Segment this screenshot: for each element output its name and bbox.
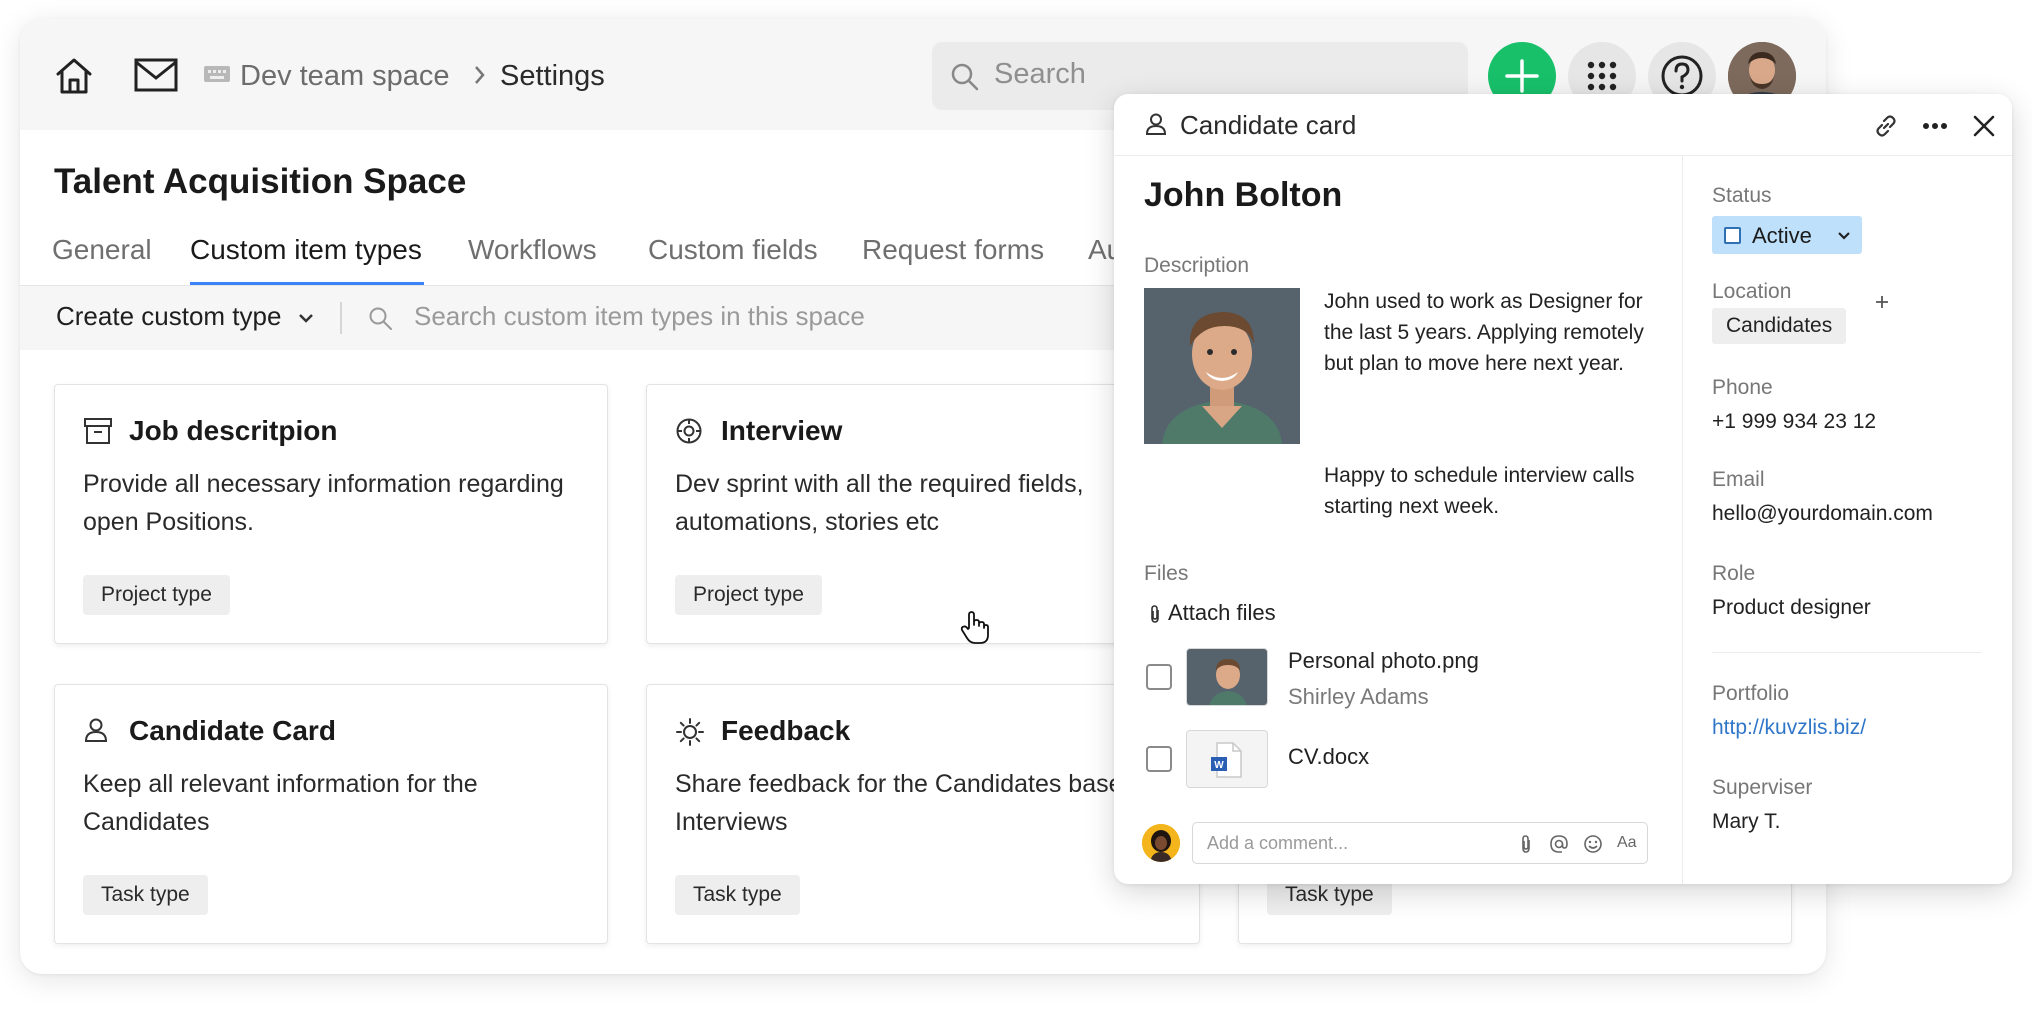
type-card-candidate-card[interactable]: Candidate Card Keep all relevant informa…: [54, 684, 608, 944]
breadcrumb-current: Settings: [500, 60, 605, 92]
paperclip-icon: [1151, 605, 1159, 623]
location-chip[interactable]: Candidates: [1712, 308, 1847, 344]
supervisor-label: Superviser: [1712, 776, 1813, 799]
text-format-button[interactable]: Aa: [1617, 834, 1637, 852]
file-checkbox[interactable]: [1146, 664, 1172, 690]
role-value[interactable]: Product designer: [1712, 596, 1871, 620]
search-icon: [951, 63, 979, 91]
emoji-icon[interactable]: [1583, 834, 1603, 854]
comment-input[interactable]: Add a comment... Aa: [1192, 822, 1648, 864]
link-icon[interactable]: [1872, 112, 1900, 140]
mail-icon[interactable]: [134, 58, 178, 92]
person-icon: [84, 718, 108, 742]
person-icon: [1145, 113, 1167, 135]
commenter-avatar: [1142, 824, 1180, 862]
panel-header: Candidate card: [1114, 94, 2012, 156]
role-label: Role: [1712, 562, 1756, 585]
plus-icon: [1505, 59, 1539, 93]
card-title: Candidate Card: [129, 715, 336, 746]
toolbar-divider: [340, 302, 342, 334]
file-checkbox[interactable]: [1146, 746, 1172, 772]
tab-workflows[interactable]: Workflows: [468, 234, 597, 266]
fields-divider: [1712, 652, 1982, 653]
chevron-right-icon: [475, 66, 485, 84]
hand-cursor-icon: [960, 611, 989, 644]
file-name[interactable]: Personal photo.png: [1288, 648, 1479, 674]
tab-custom-fields[interactable]: Custom fields: [648, 234, 818, 266]
keyboard-icon: [204, 66, 230, 82]
search-icon: [369, 307, 392, 330]
panel-title: Candidate card: [1180, 110, 1357, 140]
portfolio-link[interactable]: http://kuvzlis.biz/: [1712, 716, 1866, 740]
create-custom-type-button[interactable]: Create custom type: [56, 301, 315, 332]
target-icon: [676, 418, 702, 444]
types-search-input[interactable]: Search custom item types in this space: [414, 301, 865, 332]
chevron-down-icon: [1838, 232, 1850, 240]
file-name[interactable]: CV.docx: [1288, 744, 1369, 770]
type-card-job-description[interactable]: Job descritpion Provide all necessary in…: [54, 384, 608, 644]
archive-icon: [84, 418, 112, 444]
tab-request-forms[interactable]: Request forms: [862, 234, 1044, 266]
file-thumbnail-doc[interactable]: W: [1186, 730, 1268, 788]
close-icon[interactable]: [1972, 114, 1996, 138]
sun-icon: [676, 718, 704, 746]
candidate-name[interactable]: John Bolton: [1144, 176, 1342, 215]
tab-custom-item-types[interactable]: Custom item types: [190, 234, 422, 266]
create-custom-type-label: Create custom type: [56, 301, 282, 331]
card-title: Feedback: [721, 715, 851, 746]
more-icon[interactable]: [1922, 122, 1948, 130]
files-label: Files: [1144, 562, 1189, 585]
location-label: Location: [1712, 280, 1792, 303]
attach-files-button[interactable]: Attach files: [1168, 600, 1276, 626]
phone-value[interactable]: +1 999 934 23 12: [1712, 410, 1876, 434]
email-value[interactable]: hello@yourdomain.com: [1712, 502, 1933, 526]
candidate-photo: [1144, 288, 1300, 444]
home-icon[interactable]: [54, 56, 94, 96]
word-doc-icon: W: [1211, 742, 1242, 778]
commenter-portrait: [1142, 824, 1180, 862]
candidate-portrait: [1144, 288, 1300, 444]
description-paragraph-2[interactable]: Happy to schedule interview calls starti…: [1324, 460, 1664, 522]
mention-icon[interactable]: [1549, 834, 1569, 854]
card-type-tag: Project type: [83, 575, 230, 615]
card-type-tag: Task type: [675, 875, 800, 915]
status-dropdown[interactable]: Active: [1712, 216, 1862, 254]
card-type-tag: Project type: [675, 575, 822, 615]
plus-icon[interactable]: [1874, 294, 1890, 310]
description-paragraph-1[interactable]: John used to work as Designer for the la…: [1324, 286, 1664, 379]
status-square-icon: [1724, 227, 1741, 244]
chevron-down-icon: [298, 314, 313, 323]
card-type-tag: Task type: [83, 875, 208, 915]
card-title: Job descritpion: [129, 415, 338, 446]
comment-placeholder: Add a comment...: [1207, 833, 1349, 853]
photo-thumbnail: [1187, 649, 1267, 705]
file-owner: Shirley Adams: [1288, 684, 1429, 709]
card-title: Interview: [721, 415, 843, 446]
help-icon: [1661, 55, 1703, 97]
svg-text:W: W: [1214, 760, 1224, 771]
status-value: Active: [1752, 223, 1812, 248]
panel-divider: [1682, 156, 1683, 884]
tab-general[interactable]: General: [52, 234, 152, 266]
portfolio-label: Portfolio: [1712, 682, 1790, 705]
page-title: Talent Acquisition Space: [54, 162, 467, 201]
supervisor-value[interactable]: Mary T.: [1712, 810, 1780, 834]
status-label: Status: [1712, 184, 1772, 207]
global-search-placeholder: Search: [994, 58, 1086, 90]
paperclip-icon[interactable]: [1519, 834, 1533, 854]
email-label: Email: [1712, 468, 1765, 491]
phone-label: Phone: [1712, 376, 1773, 399]
breadcrumb-space[interactable]: Dev team space: [240, 58, 450, 94]
grid-icon: [1587, 61, 1617, 91]
file-thumbnail-photo[interactable]: [1186, 648, 1268, 706]
description-label: Description: [1144, 254, 1250, 277]
card-description: Provide all necessary information regard…: [83, 470, 564, 536]
candidate-card-panel: Candidate card John Bolton Description J…: [1114, 94, 2012, 884]
card-description: Keep all relevant information for the Ca…: [83, 770, 478, 836]
